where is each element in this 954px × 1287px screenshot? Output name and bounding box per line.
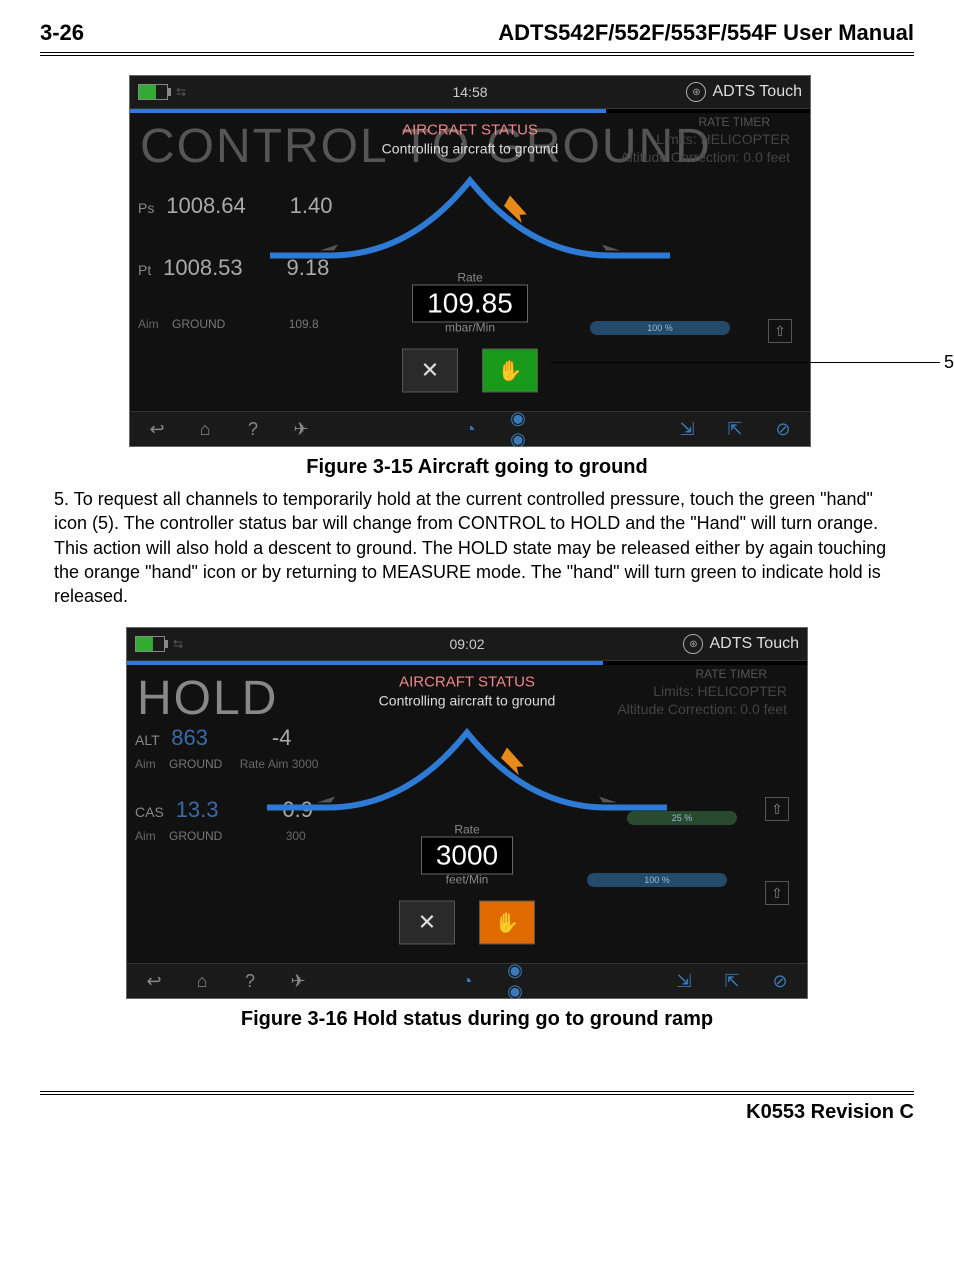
- ge-logo-icon: ⊛: [683, 634, 703, 654]
- arrow-up-icon[interactable]: ⇧: [765, 881, 789, 905]
- hand-icon: ✋: [498, 358, 523, 383]
- rate-value: 109.85: [412, 285, 528, 323]
- topbar: ⇆ 09:02 ⊛ ADTS Touch: [127, 628, 807, 661]
- status-title: AIRCRAFT STATUS: [257, 674, 677, 691]
- takeoff-icon[interactable]: ⇱: [719, 971, 745, 992]
- aim1-label: Aim: [135, 757, 156, 771]
- cancel-button[interactable]: ✕: [399, 901, 455, 945]
- right-arrows: ⇧ ⇧: [765, 797, 789, 905]
- figure-3-15-wrap: ⇆ 14:58 ⊛ ADTS Touch RATE TIMER CONTROL …: [130, 76, 810, 446]
- screenshot-2: ⇆ 09:02 ⊛ ADTS Touch RATE TIMER HOLD Lim…: [127, 628, 807, 998]
- cross-plane-icon[interactable]: ⊘: [767, 971, 793, 992]
- status-title: AIRCRAFT STATUS: [260, 122, 680, 139]
- land-icon[interactable]: ⇲: [674, 419, 700, 440]
- aim-label: Aim: [138, 317, 159, 331]
- pt-label: Pt: [138, 262, 151, 278]
- back-icon[interactable]: ↩: [141, 971, 167, 992]
- gauge-icon[interactable]: ◔: [454, 971, 480, 992]
- aim2-value: GROUND: [169, 829, 222, 843]
- aim-value: GROUND: [172, 317, 225, 331]
- brand-label: ADTS Touch: [709, 635, 799, 653]
- battery-icon: [135, 636, 165, 652]
- callout-5: 5: [944, 352, 954, 373]
- land-icon[interactable]: ⇲: [671, 971, 697, 992]
- hold-hand-button[interactable]: ✋: [479, 901, 535, 945]
- rate-curve: [257, 713, 677, 823]
- figure-3-15-caption: Figure 3-15 Aircraft going to ground: [40, 456, 914, 479]
- dual-gauge-icon[interactable]: ◉ ◉: [505, 408, 531, 446]
- plane-mode-icon[interactable]: ✈: [288, 419, 314, 440]
- page-footer: K0553 Revision C: [40, 1091, 914, 1124]
- brand-label: ADTS Touch: [712, 83, 802, 101]
- back-icon[interactable]: ↩: [144, 419, 170, 440]
- screenshot-1: ⇆ 14:58 ⊛ ADTS Touch RATE TIMER CONTROL …: [130, 76, 810, 446]
- ps-label: Ps: [138, 200, 154, 216]
- help-icon[interactable]: ?: [240, 419, 266, 440]
- page-number: 3-26: [40, 20, 84, 46]
- progress-pill: 100 %: [590, 321, 730, 335]
- gauge-icon[interactable]: ◔: [457, 419, 483, 440]
- page-header: 3-26 ADTS542F/552F/553F/554F User Manual: [40, 20, 914, 56]
- hand-icon: ✋: [495, 910, 520, 935]
- brand: ⊛ ADTS Touch: [683, 634, 799, 654]
- revision-label: K0553 Revision C: [746, 1101, 914, 1123]
- figure-3-16-wrap: ⇆ 09:02 ⊛ ADTS Touch RATE TIMER HOLD Lim…: [127, 628, 827, 998]
- plane-mode-icon[interactable]: ✈: [285, 971, 311, 992]
- progress-pill-25: 25 %: [627, 811, 737, 825]
- right-arrows: ⇧: [768, 319, 792, 343]
- cross-plane-icon[interactable]: ⊘: [770, 419, 796, 440]
- wifi-icon: ⇆: [176, 85, 186, 99]
- clock: 09:02: [449, 636, 484, 652]
- clock: 14:58: [452, 84, 487, 100]
- status-subtitle: Controlling aircraft to ground: [260, 141, 680, 157]
- home-icon[interactable]: ⌂: [189, 971, 215, 992]
- dual-gauge-icon[interactable]: ◉ ◉: [502, 960, 528, 998]
- battery-icon: [138, 84, 168, 100]
- takeoff-icon[interactable]: ⇱: [722, 419, 748, 440]
- callout-line: [550, 362, 940, 363]
- alt-value: 863: [171, 725, 208, 750]
- progress-pill-100: 100 %: [587, 873, 727, 887]
- bottom-toolbar: ↩ ⌂ ? ✈ ◔ ◉ ◉ ⇲ ⇱ ⊘: [127, 963, 807, 998]
- arrow-up-icon[interactable]: ⇧: [765, 797, 789, 821]
- aim1-value: GROUND: [169, 757, 222, 771]
- ps-value: 1008.64: [166, 193, 246, 218]
- rate-curve: [260, 161, 680, 271]
- manual-title: ADTS542F/552F/553F/554F User Manual: [498, 20, 914, 46]
- topbar: ⇆ 14:58 ⊛ ADTS Touch: [130, 76, 810, 109]
- cancel-button[interactable]: ✕: [402, 349, 458, 393]
- aim2-label: Aim: [135, 829, 156, 843]
- cas-label: CAS: [135, 804, 164, 820]
- help-icon[interactable]: ?: [237, 971, 263, 992]
- cas-value: 13.3: [176, 797, 219, 822]
- bottom-toolbar: ↩ ⌂ ? ✈ ◔ ◉ ◉ ⇲ ⇱ ⊘: [130, 411, 810, 446]
- step-5-text: 5. To request all channels to temporaril…: [54, 487, 900, 608]
- wifi-icon: ⇆: [173, 637, 183, 651]
- status-overlay: AIRCRAFT STATUS Controlling aircraft to …: [257, 674, 677, 945]
- brand: ⊛ ADTS Touch: [686, 82, 802, 102]
- alt-label: ALT: [135, 732, 159, 748]
- home-icon[interactable]: ⌂: [192, 419, 218, 440]
- figure-3-16-caption: Figure 3-16 Hold status during go to gro…: [40, 1008, 914, 1031]
- arrow-up-icon[interactable]: ⇧: [768, 319, 792, 343]
- rate-value: 3000: [421, 837, 513, 875]
- pt-value: 1008.53: [163, 255, 243, 280]
- rate-label: Rate: [260, 271, 680, 285]
- status-overlay: AIRCRAFT STATUS Controlling aircraft to …: [260, 122, 680, 393]
- rate-label: Rate: [257, 823, 677, 837]
- rate-timer-label: RATE TIMER: [695, 667, 767, 681]
- ge-logo-icon: ⊛: [686, 82, 706, 102]
- status-subtitle: Controlling aircraft to ground: [257, 693, 677, 709]
- hold-hand-button[interactable]: ✋: [482, 349, 538, 393]
